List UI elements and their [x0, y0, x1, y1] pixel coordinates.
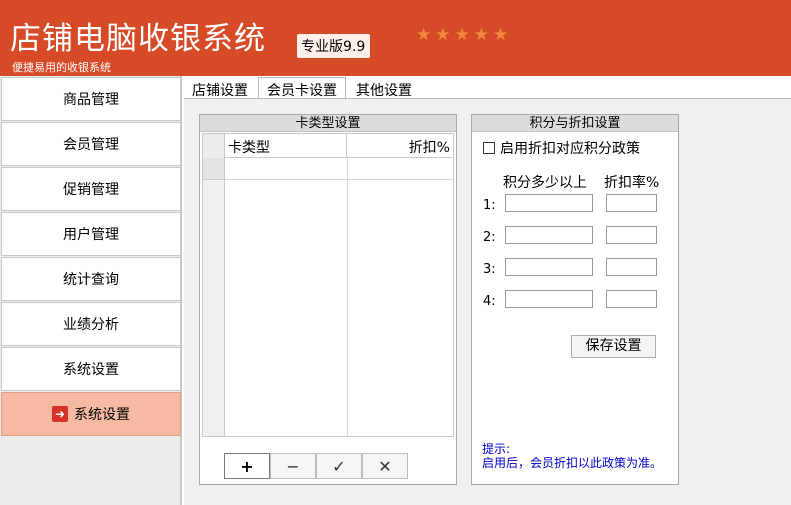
discount-rate-column-label: 折扣率% — [604, 175, 660, 191]
confirm-button[interactable]: ✓ — [316, 453, 362, 479]
tip-message: 启用后，会员折扣以此政策为准。 — [482, 456, 663, 470]
sidebar-item-performance[interactable]: 业绩分析 — [1, 302, 181, 346]
discount-rate-input-4[interactable] — [606, 290, 657, 308]
enable-points-checkbox[interactable] — [483, 142, 495, 154]
sidebar-item-label: 会员管理 — [63, 137, 119, 153]
sidebar-item-label: 促销管理 — [63, 182, 119, 198]
sidebar-item-label: 系统设置 — [74, 407, 130, 423]
app-title: 店铺电脑收银系统 — [10, 21, 266, 57]
save-settings-button[interactable]: 保存设置 — [571, 335, 656, 358]
sidebar-item-members[interactable]: 会员管理 — [1, 122, 181, 166]
sidebar-item-label: 用户管理 — [63, 227, 119, 243]
grid-header-row: 卡类型 折扣% — [203, 134, 453, 158]
sidebar-item-statistics[interactable]: 统计查询 — [1, 257, 181, 301]
sidebar-item-label: 系统设置 — [63, 362, 119, 378]
card-types-panel: 卡类型设置 卡类型 折扣% + − ✓ ✕ — [199, 114, 457, 485]
discount-rate-input-2[interactable] — [606, 226, 657, 244]
sidebar-item-label: 商品管理 — [63, 92, 119, 108]
settings-content: 卡类型设置 卡类型 折扣% + − ✓ ✕ 积分与折扣设置 启用折扣对应积分政策… — [184, 99, 791, 505]
enable-points-label: 启用折扣对应积分政策 — [500, 141, 640, 157]
card-types-title: 卡类型设置 — [200, 115, 456, 132]
app-header: 店铺电脑收银系统 专业版9.9 ★★★★★ 便捷易用的收银系统 — [0, 0, 791, 76]
tip-title: 提示: — [482, 442, 511, 456]
points-threshold-input-3[interactable] — [505, 258, 593, 276]
edition-badge: 专业版9.9 — [297, 34, 371, 58]
sidebar: 商品管理 会员管理 促销管理 用户管理 统计查询 业绩分析 系统设置 ➜ 系统设… — [0, 76, 182, 505]
column-header-card-type[interactable]: 卡类型 — [225, 134, 347, 158]
discount-rate-input-1[interactable] — [606, 194, 657, 212]
points-discount-panel: 积分与折扣设置 启用折扣对应积分政策 积分多少以上 折扣率% 1: 2: 3: … — [471, 114, 679, 485]
sidebar-item-system-settings[interactable]: 系统设置 — [1, 347, 181, 391]
sidebar-item-system-settings-active[interactable]: ➜ 系统设置 — [1, 392, 181, 436]
app-tagline: 便捷易用的收银系统 — [12, 61, 111, 74]
level-label: 4: — [483, 294, 496, 309]
points-discount-title: 积分与折扣设置 — [472, 115, 678, 132]
sidebar-item-users[interactable]: 用户管理 — [1, 212, 181, 256]
sidebar-item-label: 业绩分析 — [63, 317, 119, 333]
grid-corner — [203, 134, 225, 158]
level-label: 1: — [483, 198, 496, 213]
table-row[interactable] — [225, 158, 453, 180]
remove-button[interactable]: − — [270, 453, 316, 479]
card-types-toolbar: + − ✓ ✕ — [224, 453, 408, 479]
enable-points-policy[interactable]: 启用折扣对应积分政策 — [483, 138, 640, 158]
tip-text: 提示: 启用后，会员折扣以此政策为准。 — [482, 442, 662, 470]
level-label: 3: — [483, 262, 496, 277]
arrow-right-icon: ➜ — [52, 406, 68, 422]
tab-store-settings[interactable]: 店铺设置 — [185, 78, 255, 100]
star-rating: ★★★★★ — [416, 25, 513, 45]
sidebar-item-promotions[interactable]: 促销管理 — [1, 167, 181, 211]
sidebar-item-products[interactable]: 商品管理 — [1, 77, 181, 121]
sidebar-item-label: 统计查询 — [63, 272, 119, 288]
points-threshold-input-2[interactable] — [505, 226, 593, 244]
points-threshold-input-4[interactable] — [505, 290, 593, 308]
tab-member-card-settings[interactable]: 会员卡设置 — [258, 77, 346, 100]
row-header[interactable] — [203, 158, 225, 180]
row-header-column — [203, 158, 225, 436]
column-header-discount[interactable]: 折扣% — [347, 134, 453, 158]
points-threshold-input-1[interactable] — [505, 194, 593, 212]
add-button[interactable]: + — [224, 453, 270, 479]
level-label: 2: — [483, 230, 496, 245]
tab-other-settings[interactable]: 其他设置 — [349, 78, 419, 100]
discount-rate-input-3[interactable] — [606, 258, 657, 276]
card-types-grid[interactable]: 卡类型 折扣% — [202, 133, 454, 437]
cancel-button[interactable]: ✕ — [362, 453, 408, 479]
points-column-label: 积分多少以上 — [503, 175, 587, 191]
